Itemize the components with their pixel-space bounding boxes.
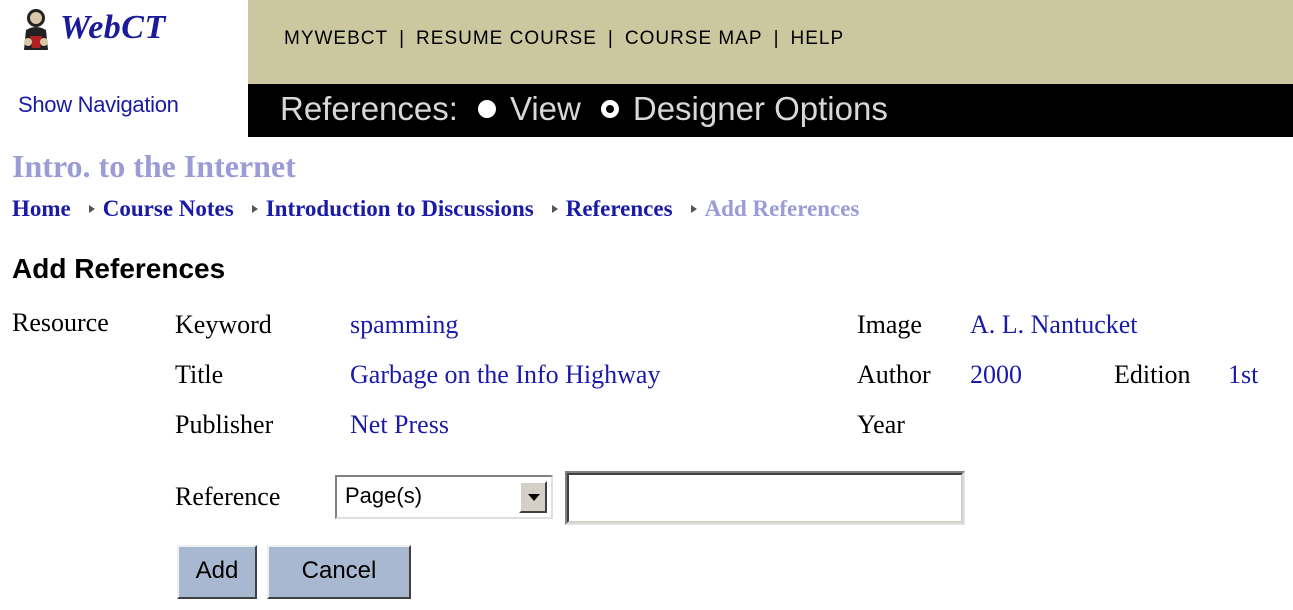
show-navigation-link[interactable]: Show Navigation: [18, 92, 179, 118]
breadcrumb-course-notes[interactable]: Course Notes: [103, 196, 234, 222]
title-value: Garbage on the Info Highway: [350, 360, 661, 389]
breadcrumb-arrow-icon: [251, 205, 258, 213]
page-title: Add References: [12, 253, 226, 284]
logo-area: WebCT: [0, 0, 248, 84]
resource-label: Resource: [12, 308, 109, 337]
breadcrumb-arrow-icon: [88, 205, 95, 213]
reference-type-select[interactable]: Page(s): [335, 475, 553, 519]
image-value: A. L. Nantucket: [970, 310, 1138, 339]
edition-value: 1st: [1228, 360, 1259, 389]
edition-label: Edition: [1114, 360, 1191, 389]
webct-logo[interactable]: WebCT: [14, 6, 166, 50]
top-navigation-bar: MYWEBCT | RESUME COURSE | COURSE MAP | HELP: [248, 0, 1293, 84]
dropdown-arrow-icon[interactable]: [519, 481, 547, 513]
publisher-value: Net Press: [350, 410, 449, 439]
keyword-label: Keyword: [175, 310, 272, 339]
tool-options-bar: References: View Designer Options: [248, 84, 1293, 137]
tool-options: References: View Designer Options: [280, 90, 888, 128]
add-button[interactable]: Add: [177, 545, 257, 599]
image-label: Image: [857, 310, 922, 339]
resume-course-link[interactable]: RESUME COURSE: [416, 28, 597, 49]
breadcrumb-arrow-icon: [551, 205, 558, 213]
reference-type-value: Page(s): [345, 483, 423, 508]
publisher-label: Publisher: [175, 410, 274, 439]
webct-logo-icon: [14, 6, 58, 50]
title-label: Title: [175, 360, 224, 389]
breadcrumb-arrow-icon: [690, 205, 697, 213]
top-navigation-links: MYWEBCT | RESUME COURSE | COURSE MAP | HELP: [284, 28, 844, 50]
breadcrumb-references[interactable]: References: [566, 196, 673, 222]
designer-options-label[interactable]: Designer Options: [633, 90, 888, 128]
course-title: Intro. to the Internet: [12, 148, 296, 184]
designer-options-radio[interactable]: [600, 100, 619, 118]
mywebct-link[interactable]: MYWEBCT: [284, 28, 388, 49]
breadcrumb-introduction-to-discussions[interactable]: Introduction to Discussions: [266, 196, 534, 222]
nav-separator: |: [773, 28, 780, 49]
reference-input[interactable]: [565, 471, 965, 525]
reference-label: Reference: [175, 482, 281, 511]
cancel-button[interactable]: Cancel: [267, 545, 411, 599]
year-label: Year: [857, 410, 905, 439]
help-link[interactable]: HELP: [791, 28, 845, 49]
tool-label: References:: [280, 90, 458, 127]
breadcrumb-home[interactable]: Home: [12, 196, 71, 222]
author-value: 2000: [970, 360, 1022, 389]
logo-text: WebCT: [60, 9, 166, 46]
breadcrumb-current-page: Add References: [704, 196, 860, 221]
nav-separator: |: [607, 28, 614, 49]
view-option-label[interactable]: View: [510, 90, 581, 128]
keyword-value: spamming: [350, 310, 459, 339]
breadcrumb: Home Course Notes Introduction to Discus…: [12, 196, 859, 222]
course-map-link[interactable]: COURSE MAP: [625, 28, 763, 49]
view-radio[interactable]: [477, 100, 496, 118]
nav-separator: |: [399, 28, 406, 49]
author-label: Author: [857, 360, 931, 389]
